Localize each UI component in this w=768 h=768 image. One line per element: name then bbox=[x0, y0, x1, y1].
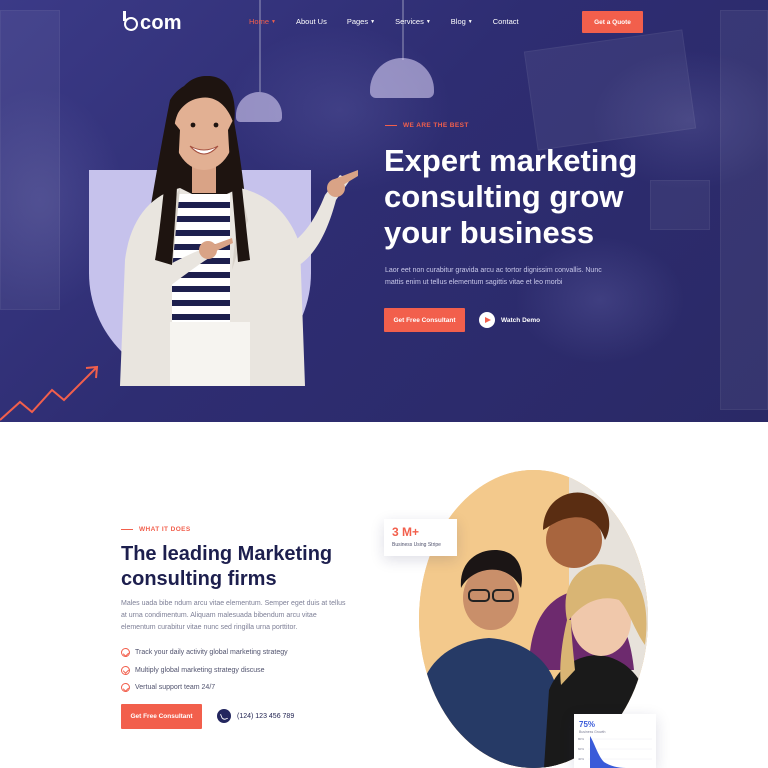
nav-item-about-us[interactable]: About Us bbox=[296, 17, 327, 26]
nav-item-blog[interactable]: Blog ▼ bbox=[451, 17, 473, 26]
logo-mark-icon bbox=[123, 10, 138, 31]
growth-arrow-icon bbox=[0, 365, 99, 421]
about-eyebrow: WHAT IT DOES bbox=[121, 526, 191, 533]
growth-chart: 80% 60% 40% bbox=[578, 736, 652, 768]
chevron-down-icon: ▼ bbox=[467, 18, 473, 25]
checklist-item: Multiply global marketing strategy discu… bbox=[121, 662, 288, 680]
nav-item-label: Blog bbox=[450, 17, 466, 26]
eyebrow-dash bbox=[121, 528, 133, 531]
logo-text: com bbox=[140, 12, 182, 34]
about-section: WHAT IT DOES The leading Marketing consu… bbox=[0, 422, 768, 768]
about-title-line: consulting firms bbox=[121, 568, 277, 590]
check-circle-icon bbox=[121, 683, 130, 693]
get-free-consultant-button[interactable]: Get Free Consultant bbox=[384, 308, 465, 332]
checklist-item-text: Multiply global marketing strategy discu… bbox=[135, 666, 265, 674]
nav-item-contact[interactable]: Contact bbox=[493, 17, 519, 26]
about-description-line: at urna condimentum. Aliquam malesuada b… bbox=[121, 612, 317, 619]
checklist-item-text: Vertual support team 24/7 bbox=[135, 684, 216, 692]
get-free-consultant-button[interactable]: Get Free Consultant bbox=[121, 704, 202, 729]
stat-card: 3 M+ Business Using Stripe bbox=[384, 519, 457, 556]
chevron-down-icon: ▼ bbox=[271, 18, 276, 25]
hero-description: Laor eet non curabitur gravida arcu ac t… bbox=[385, 265, 640, 289]
check-circle-icon bbox=[121, 665, 130, 675]
checklist-item: Track your daily activity global marketi… bbox=[121, 644, 288, 662]
feature-checklist: Track your daily activity global marketi… bbox=[121, 644, 288, 697]
hero-title-line: your business bbox=[384, 215, 595, 250]
eyebrow-dash bbox=[385, 124, 397, 127]
nav-item-label: Contact bbox=[492, 17, 519, 26]
nav-item-label: About Us bbox=[295, 17, 327, 26]
growth-value: 75% bbox=[579, 720, 596, 729]
growth-tick-label: 80% bbox=[578, 737, 584, 741]
about-eyebrow-text: WHAT IT DOES bbox=[139, 526, 191, 533]
nav-item-pages[interactable]: Pages ▼ bbox=[347, 17, 375, 26]
brand-logo[interactable]: com bbox=[123, 10, 182, 35]
check-circle-icon bbox=[121, 648, 130, 658]
hero-title-line: Expert marketing bbox=[384, 143, 638, 178]
hero-description-line: Laor eet non curabitur gravida arcu ac t… bbox=[385, 267, 602, 274]
background-wall bbox=[720, 10, 768, 410]
ceiling-lamp bbox=[370, 58, 434, 98]
top-navigation: com Home ▼ About Us Pages ▼ Services ▼ Blog… bbox=[0, 0, 768, 44]
hero-title-line: consulting grow bbox=[384, 179, 624, 214]
background-whiteboard bbox=[0, 10, 60, 310]
hero-description-line: mattis enim ut tellus elementum sagittis… bbox=[385, 279, 563, 286]
nav-item-home[interactable]: Home ▼ bbox=[249, 17, 276, 26]
hero-section: com Home ▼ About Us Pages ▼ Services ▼ Blog… bbox=[0, 0, 768, 422]
watch-demo-label: Watch Demo bbox=[501, 316, 541, 324]
business-growth-card: 75% Business Growth 80% 60% 40% bbox=[574, 714, 656, 768]
nav-menu: Home ▼ About Us Pages ▼ Services ▼ Blog ▼ Co… bbox=[249, 17, 539, 26]
get-a-quote-button[interactable]: Get a Quote bbox=[582, 11, 643, 33]
checklist-item-text: Track your daily activity global marketi… bbox=[135, 649, 288, 657]
play-icon bbox=[479, 312, 495, 328]
nav-item-label: Services bbox=[395, 17, 424, 26]
hero-woman-pointing-image bbox=[120, 75, 358, 386]
chevron-down-icon: ▼ bbox=[370, 18, 376, 25]
about-description: Males uada bibe ndum arcu vitae elementu… bbox=[121, 598, 369, 634]
growth-area bbox=[590, 736, 626, 768]
nav-item-label: Home bbox=[249, 17, 270, 26]
about-description-line: elementum curabitur vitae nunc sed ringi… bbox=[121, 624, 298, 631]
watch-demo-link[interactable]: Watch Demo bbox=[479, 312, 540, 328]
nav-item-label: Pages bbox=[346, 17, 369, 26]
phone-number: (124) 123 456 789 bbox=[237, 712, 295, 720]
stat-value: 3 M+ bbox=[392, 525, 420, 539]
about-title: The leading Marketing consulting firms bbox=[121, 542, 381, 592]
phone-contact[interactable]: (124) 123 456 789 bbox=[217, 709, 294, 723]
stat-label: Business Using Stripe bbox=[392, 542, 441, 548]
phone-icon bbox=[217, 709, 231, 723]
checklist-item: Vertual support team 24/7 bbox=[121, 679, 288, 697]
background-chart-board bbox=[523, 29, 697, 151]
hero-eyebrow-text: WE ARE THE BEST bbox=[403, 122, 469, 129]
about-title-line: The leading Marketing bbox=[121, 543, 333, 565]
hero-title: Expert marketing consulting grow your bu… bbox=[384, 143, 684, 251]
chevron-down-icon: ▼ bbox=[425, 18, 431, 25]
about-description-line: Males uada bibe ndum arcu vitae elementu… bbox=[121, 600, 346, 607]
hero-eyebrow: WE ARE THE BEST bbox=[385, 122, 469, 129]
growth-tick-label: 60% bbox=[578, 747, 584, 751]
nav-item-services[interactable]: Services ▼ bbox=[395, 17, 431, 26]
growth-tick-label: 40% bbox=[578, 757, 584, 761]
